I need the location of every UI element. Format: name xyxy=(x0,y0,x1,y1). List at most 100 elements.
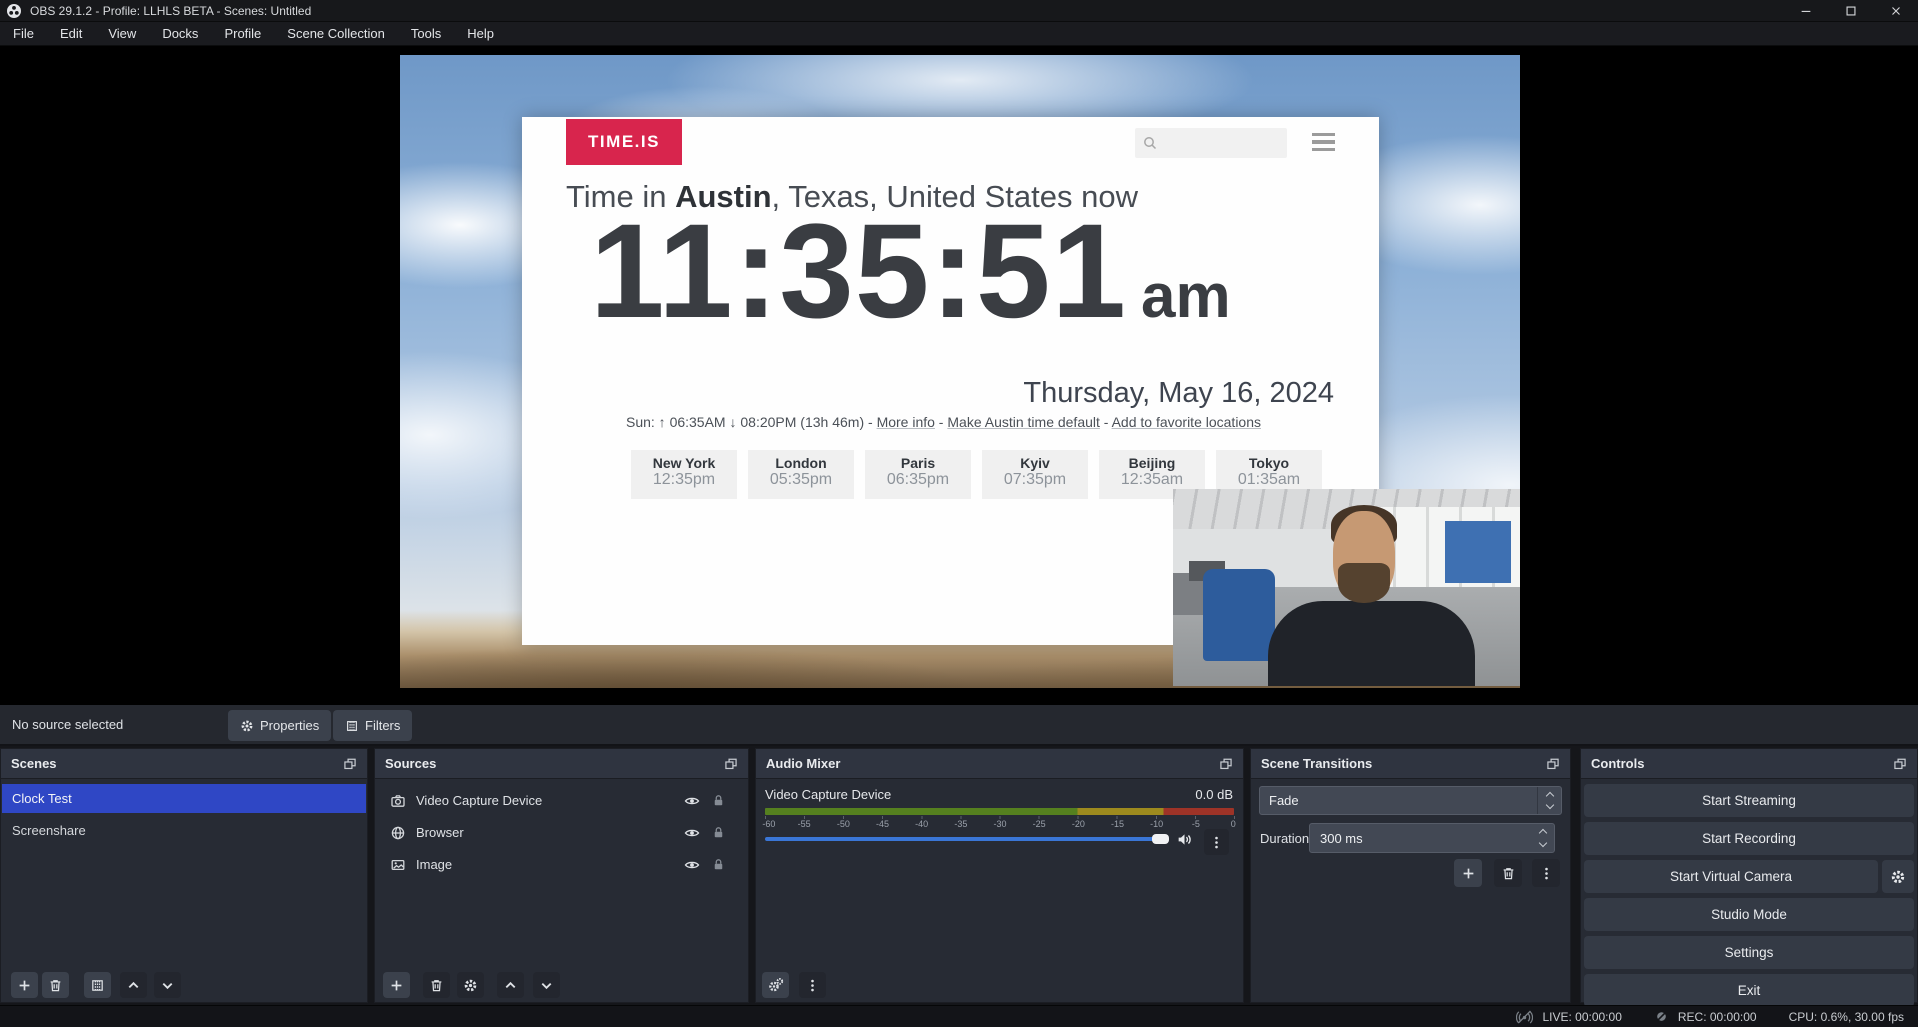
start-virtual-camera-button[interactable]: Start Virtual Camera xyxy=(1584,860,1878,893)
menu-profile[interactable]: Profile xyxy=(211,22,274,46)
menu-docks[interactable]: Docks xyxy=(149,22,211,46)
add-scene-button[interactable] xyxy=(11,972,38,998)
plus-icon xyxy=(17,978,32,993)
maximize-button[interactable] xyxy=(1828,0,1873,22)
lock-icon[interactable] xyxy=(711,857,726,872)
close-button[interactable] xyxy=(1873,0,1918,22)
remove-source-button[interactable] xyxy=(423,972,450,998)
menu-edit[interactable]: Edit xyxy=(47,22,95,46)
plus-icon xyxy=(389,978,404,993)
filters-button[interactable]: Filters xyxy=(333,710,412,741)
settings-button[interactable]: Settings xyxy=(1584,936,1914,969)
statusbar: LIVE: 00:00:00 REC: 00:00:00 CPU: 0.6%, … xyxy=(0,1005,1918,1027)
sources-header: Sources xyxy=(375,749,748,779)
remove-scene-button[interactable] xyxy=(42,972,69,998)
city-paris: Paris06:35pm xyxy=(865,450,971,499)
volume-slider-handle[interactable] xyxy=(1152,834,1169,844)
mixer-menu-button[interactable] xyxy=(799,972,826,998)
preview-canvas[interactable]: TIME.IS Time in Austin, Texas, United St… xyxy=(0,46,1918,705)
obs-window: OBS 29.1.2 - Profile: LLHLS BETA - Scene… xyxy=(0,0,1918,1027)
add-source-button[interactable] xyxy=(383,972,410,998)
clock-time: 11:35:51 xyxy=(590,205,1127,339)
sources-panel: Sources Video Capture Device Browser Ima… xyxy=(374,748,749,1003)
mixer-title: Audio Mixer xyxy=(766,756,840,771)
rec-timer: REC: 00:00:00 xyxy=(1678,1010,1757,1024)
menu-help[interactable]: Help xyxy=(454,22,507,46)
image-icon xyxy=(390,857,406,873)
live-clock: 11:35:51 am xyxy=(590,205,1231,339)
transitions-popout-icon[interactable] xyxy=(1546,757,1560,771)
menu-file[interactable]: File xyxy=(0,22,47,46)
duration-spinbox[interactable]: 300 ms xyxy=(1309,823,1555,853)
move-source-down-button[interactable] xyxy=(533,972,560,998)
source-row-browser[interactable]: Browser xyxy=(376,819,747,846)
sources-title: Sources xyxy=(385,756,436,771)
chevron-up-icon xyxy=(126,978,141,993)
studio-mode-button[interactable]: Studio Mode xyxy=(1584,898,1914,931)
start-streaming-button[interactable]: Start Streaming xyxy=(1584,784,1914,817)
properties-button[interactable]: Properties xyxy=(228,710,331,741)
volume-slider[interactable] xyxy=(765,837,1169,841)
webcam-blue-chair xyxy=(1203,569,1275,661)
mixer-db-value: 0.0 dB xyxy=(1195,787,1233,802)
visibility-eye-icon[interactable] xyxy=(684,857,700,873)
transition-select[interactable]: Fade xyxy=(1259,786,1562,815)
lock-icon[interactable] xyxy=(711,793,726,808)
scenes-title: Scenes xyxy=(11,756,57,771)
start-recording-button[interactable]: Start Recording xyxy=(1584,822,1914,855)
combo-arrows[interactable] xyxy=(1537,787,1561,814)
visibility-eye-icon[interactable] xyxy=(684,825,700,841)
live-timer: LIVE: 00:00:00 xyxy=(1542,1010,1621,1024)
scenes-popout-icon[interactable] xyxy=(343,757,357,771)
mixer-channel-menu-button[interactable] xyxy=(1204,829,1229,855)
menu-scene-collection[interactable]: Scene Collection xyxy=(274,22,398,46)
exit-button[interactable]: Exit xyxy=(1584,974,1914,1007)
trash-icon xyxy=(1501,866,1516,881)
minimize-button[interactable] xyxy=(1783,0,1828,22)
chevron-down-icon xyxy=(160,978,175,993)
source-row-video-capture[interactable]: Video Capture Device xyxy=(376,787,747,814)
mixer-toolbar xyxy=(756,968,1243,1002)
scene-transitions-panel: Scene Transitions Fade Duration 300 ms xyxy=(1250,748,1571,1003)
volume-meter xyxy=(765,808,1234,815)
search-icon xyxy=(1142,135,1158,151)
source-status-text: No source selected xyxy=(12,717,123,732)
menu-view[interactable]: View xyxy=(95,22,149,46)
transition-menu-button[interactable] xyxy=(1532,859,1560,887)
trash-icon xyxy=(48,978,63,993)
maximize-icon xyxy=(1844,4,1858,18)
move-scene-up-button[interactable] xyxy=(120,972,147,998)
hamburger-menu-icon xyxy=(1312,133,1335,151)
virtual-camera-config-button[interactable] xyxy=(1882,860,1914,893)
kebab-dots-icon xyxy=(805,978,820,993)
add-favorite-link: Add to favorite locations xyxy=(1112,414,1261,430)
record-inactive-icon xyxy=(1654,1009,1669,1024)
webcam-person-torso xyxy=(1268,601,1475,686)
advanced-audio-button[interactable] xyxy=(762,972,789,998)
move-source-up-button[interactable] xyxy=(497,972,524,998)
remove-transition-button[interactable] xyxy=(1494,859,1522,887)
scene-filters-button[interactable] xyxy=(84,972,111,998)
speaker-icon[interactable] xyxy=(1176,831,1193,848)
menu-tools[interactable]: Tools xyxy=(398,22,454,46)
controls-popout-icon[interactable] xyxy=(1893,757,1907,771)
move-scene-down-button[interactable] xyxy=(154,972,181,998)
add-transition-button[interactable] xyxy=(1454,859,1482,887)
double-gear-icon xyxy=(768,977,784,993)
spinbox-arrows[interactable] xyxy=(1532,830,1554,846)
lock-icon[interactable] xyxy=(711,825,726,840)
current-date: Thursday, May 16, 2024 xyxy=(1023,377,1334,410)
source-properties-button[interactable] xyxy=(457,972,484,998)
mixer-header: Audio Mixer xyxy=(756,749,1243,779)
source-toolbar: No source selected Properties Filters xyxy=(0,705,1918,746)
scene-item-clock-test[interactable]: Clock Test xyxy=(2,784,366,813)
program-preview[interactable]: TIME.IS Time in Austin, Texas, United St… xyxy=(400,55,1520,688)
visibility-eye-icon[interactable] xyxy=(684,793,700,809)
city-kyiv: Kyiv07:35pm xyxy=(982,450,1088,499)
filter-icon xyxy=(90,978,105,993)
sources-popout-icon[interactable] xyxy=(724,757,738,771)
obs-logo-icon xyxy=(6,3,22,19)
scene-item-screenshare[interactable]: Screenshare xyxy=(2,816,366,845)
mixer-popout-icon[interactable] xyxy=(1219,757,1233,771)
source-row-image[interactable]: Image xyxy=(376,851,747,878)
